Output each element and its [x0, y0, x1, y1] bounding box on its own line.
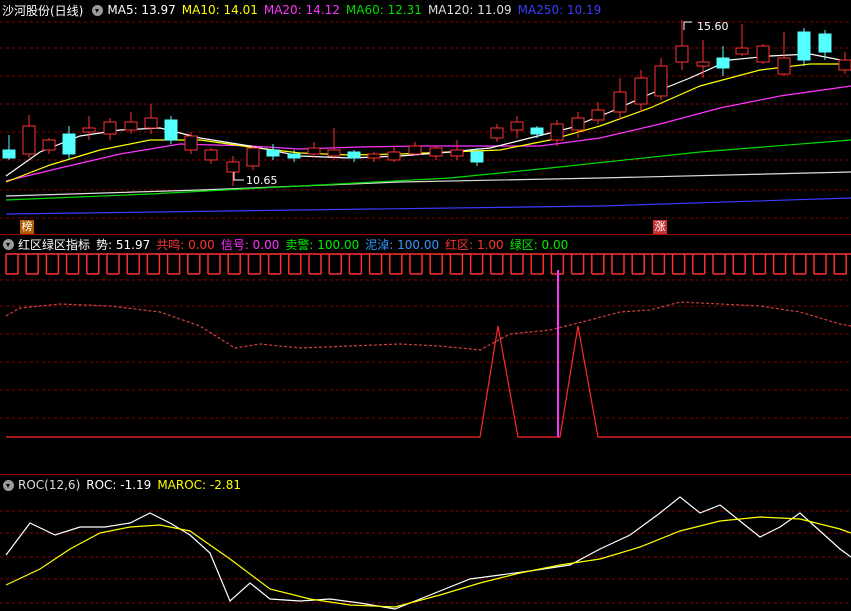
- ma10-label: MA10: 14.01: [181, 3, 258, 17]
- ma120-label: MA120: 11.09: [427, 3, 512, 17]
- candle-body: [716, 57, 730, 69]
- candle-body: [226, 161, 240, 173]
- roc-value: ROC: -1.19: [86, 478, 152, 492]
- trend-value: 势: 51.97: [96, 237, 151, 252]
- candle-body: [634, 77, 648, 105]
- indicator-header: 红区绿区指标 势: 51.97 共鸣: 0.00 信号: 0.00 卖警: 10…: [0, 234, 574, 254]
- maroc-value: MAROC: -2.81: [157, 478, 241, 492]
- collapse-icon[interactable]: [3, 238, 14, 250]
- collapse-icon[interactable]: [92, 4, 104, 16]
- green-zone-value: 绿区: 0.00: [509, 237, 569, 252]
- red-zone-value: 红区: 1.00: [445, 237, 504, 252]
- candle-body: [510, 121, 524, 131]
- candle-body: [450, 149, 464, 157]
- candle-body: [550, 123, 564, 141]
- candle-body: [164, 119, 178, 141]
- candle-body: [103, 121, 117, 135]
- candle-body: [367, 153, 381, 159]
- sell-alert-value: 卖警: 100.00: [285, 237, 360, 252]
- candle-body: [408, 145, 422, 155]
- kline-header: 沙河股份(日线) MA5: 13.97 MA10: 14.01 MA20: 14…: [0, 0, 607, 20]
- candle-body: [470, 151, 484, 163]
- mire-value: 泥淖: 100.00: [365, 237, 440, 252]
- candle-body: [654, 65, 668, 97]
- high-price-pointer: [683, 21, 692, 30]
- candle-body: [246, 147, 260, 167]
- roc-header: ROC(12,6) ROC: -1.19 MAROC: -2.81: [0, 475, 247, 495]
- candle-body: [327, 149, 341, 157]
- candle-body: [490, 127, 504, 139]
- candle-body: [735, 47, 749, 55]
- low-price-pointer: [233, 172, 244, 181]
- ma60-label: MA60: 12.31: [345, 3, 422, 17]
- candle-body: [82, 127, 96, 133]
- candle-body: [387, 151, 401, 161]
- candle-body: [777, 57, 791, 75]
- kline-panel[interactable]: 沙河股份(日线) MA5: 13.97 MA10: 14.01 MA20: 14…: [0, 0, 851, 234]
- maroc-line: [5, 516, 851, 608]
- candle-body: [797, 31, 811, 61]
- candle-body: [42, 139, 56, 151]
- indicator-chart[interactable]: [0, 234, 851, 470]
- roc-title: ROC(12,6): [18, 478, 81, 492]
- candle-body: [347, 151, 361, 159]
- collapse-icon[interactable]: [3, 479, 14, 491]
- ma60-line: [5, 139, 851, 201]
- candle-body: [818, 33, 832, 53]
- roc-panel[interactable]: ROC(12,6) ROC: -1.19 MAROC: -2.81: [0, 475, 851, 611]
- kline-chart[interactable]: [0, 0, 851, 233]
- limit-up-tag[interactable]: 涨: [653, 220, 667, 234]
- low-price-label: 10.65: [246, 174, 278, 187]
- trend-dashed-line: [5, 301, 851, 351]
- ma20-label: MA20: 14.12: [263, 3, 340, 17]
- ma120-line: [5, 171, 851, 197]
- roc-chart[interactable]: [0, 475, 851, 611]
- stock-title: 沙河股份(日线): [2, 3, 84, 18]
- ma250-label: MA250: 10.19: [517, 3, 602, 17]
- candle-body: [571, 117, 585, 131]
- ma20-line: [5, 85, 851, 182]
- candle-body: [287, 153, 301, 159]
- candle-body: [675, 45, 689, 63]
- ma5-label: MA5: 13.97: [107, 3, 176, 17]
- candle-body: [266, 149, 280, 157]
- resonance-line: [6, 325, 851, 438]
- ma250-line: [5, 197, 851, 215]
- high-price-label: 15.60: [697, 20, 729, 33]
- candle-body: [124, 121, 138, 131]
- rank-tag[interactable]: 榜: [20, 220, 34, 234]
- candle-body: [613, 91, 627, 113]
- candle-body: [204, 149, 218, 161]
- candle-body: [591, 109, 605, 121]
- resonance-value: 共鸣: 0.00: [156, 237, 215, 252]
- candle-body: [429, 147, 443, 157]
- ma5-line: [5, 53, 851, 177]
- candle-body: [22, 125, 36, 155]
- indicator-panel[interactable]: 红区绿区指标 势: 51.97 共鸣: 0.00 信号: 0.00 卖警: 10…: [0, 234, 851, 470]
- candle-body: [530, 127, 544, 135]
- candle-body: [144, 117, 158, 129]
- candle-body: [307, 147, 321, 155]
- roc-line: [5, 496, 851, 610]
- candle-body: [62, 133, 76, 155]
- candle-body: [756, 45, 770, 63]
- candle-body: [838, 59, 851, 71]
- candle-body: [184, 135, 198, 151]
- candle-body: [696, 61, 710, 67]
- signal-value: 信号: 0.00: [220, 237, 280, 252]
- indicator-title: 红区绿区指标: [18, 237, 91, 252]
- candle-body: [2, 149, 16, 159]
